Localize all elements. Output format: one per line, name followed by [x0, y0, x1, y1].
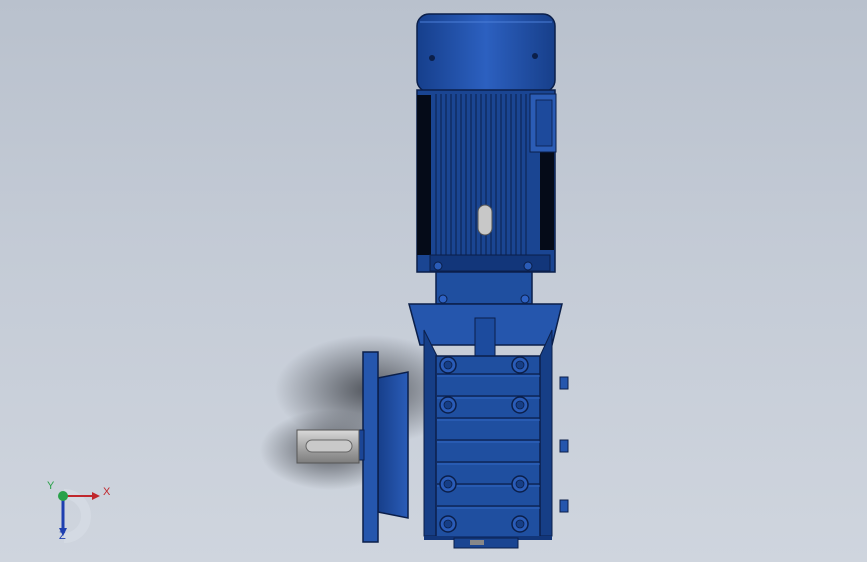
side-bolt — [559, 499, 569, 513]
hex-bolt — [443, 400, 453, 410]
motor-adapter — [435, 271, 533, 305]
z-axis-label: Z — [59, 530, 66, 542]
y-axis-label: Y — [47, 480, 55, 492]
side-bolts — [559, 376, 569, 513]
side-bolt — [559, 376, 569, 390]
hex-bolt — [515, 479, 525, 489]
side-bolt — [559, 439, 569, 453]
x-axis-arrow — [92, 492, 100, 500]
hex-bolt — [515, 360, 525, 370]
motor-end-cap — [416, 13, 556, 93]
y-axis-dot — [58, 491, 68, 501]
output-shaft — [296, 429, 360, 464]
output-flange — [355, 351, 409, 543]
hex-bolt — [515, 519, 525, 529]
gearbox-housing — [408, 303, 569, 549]
hex-bolt — [443, 519, 453, 529]
cad-viewport[interactable]: X Y Z — [0, 0, 867, 562]
hex-bolt — [443, 479, 453, 489]
hex-bolt — [443, 360, 453, 370]
axis-triad: X Y Z — [40, 478, 120, 548]
geared-motor-model[interactable] — [0, 0, 867, 562]
hex-bolt — [515, 400, 525, 410]
x-axis-label: X — [103, 486, 111, 498]
motor-body — [416, 89, 557, 273]
